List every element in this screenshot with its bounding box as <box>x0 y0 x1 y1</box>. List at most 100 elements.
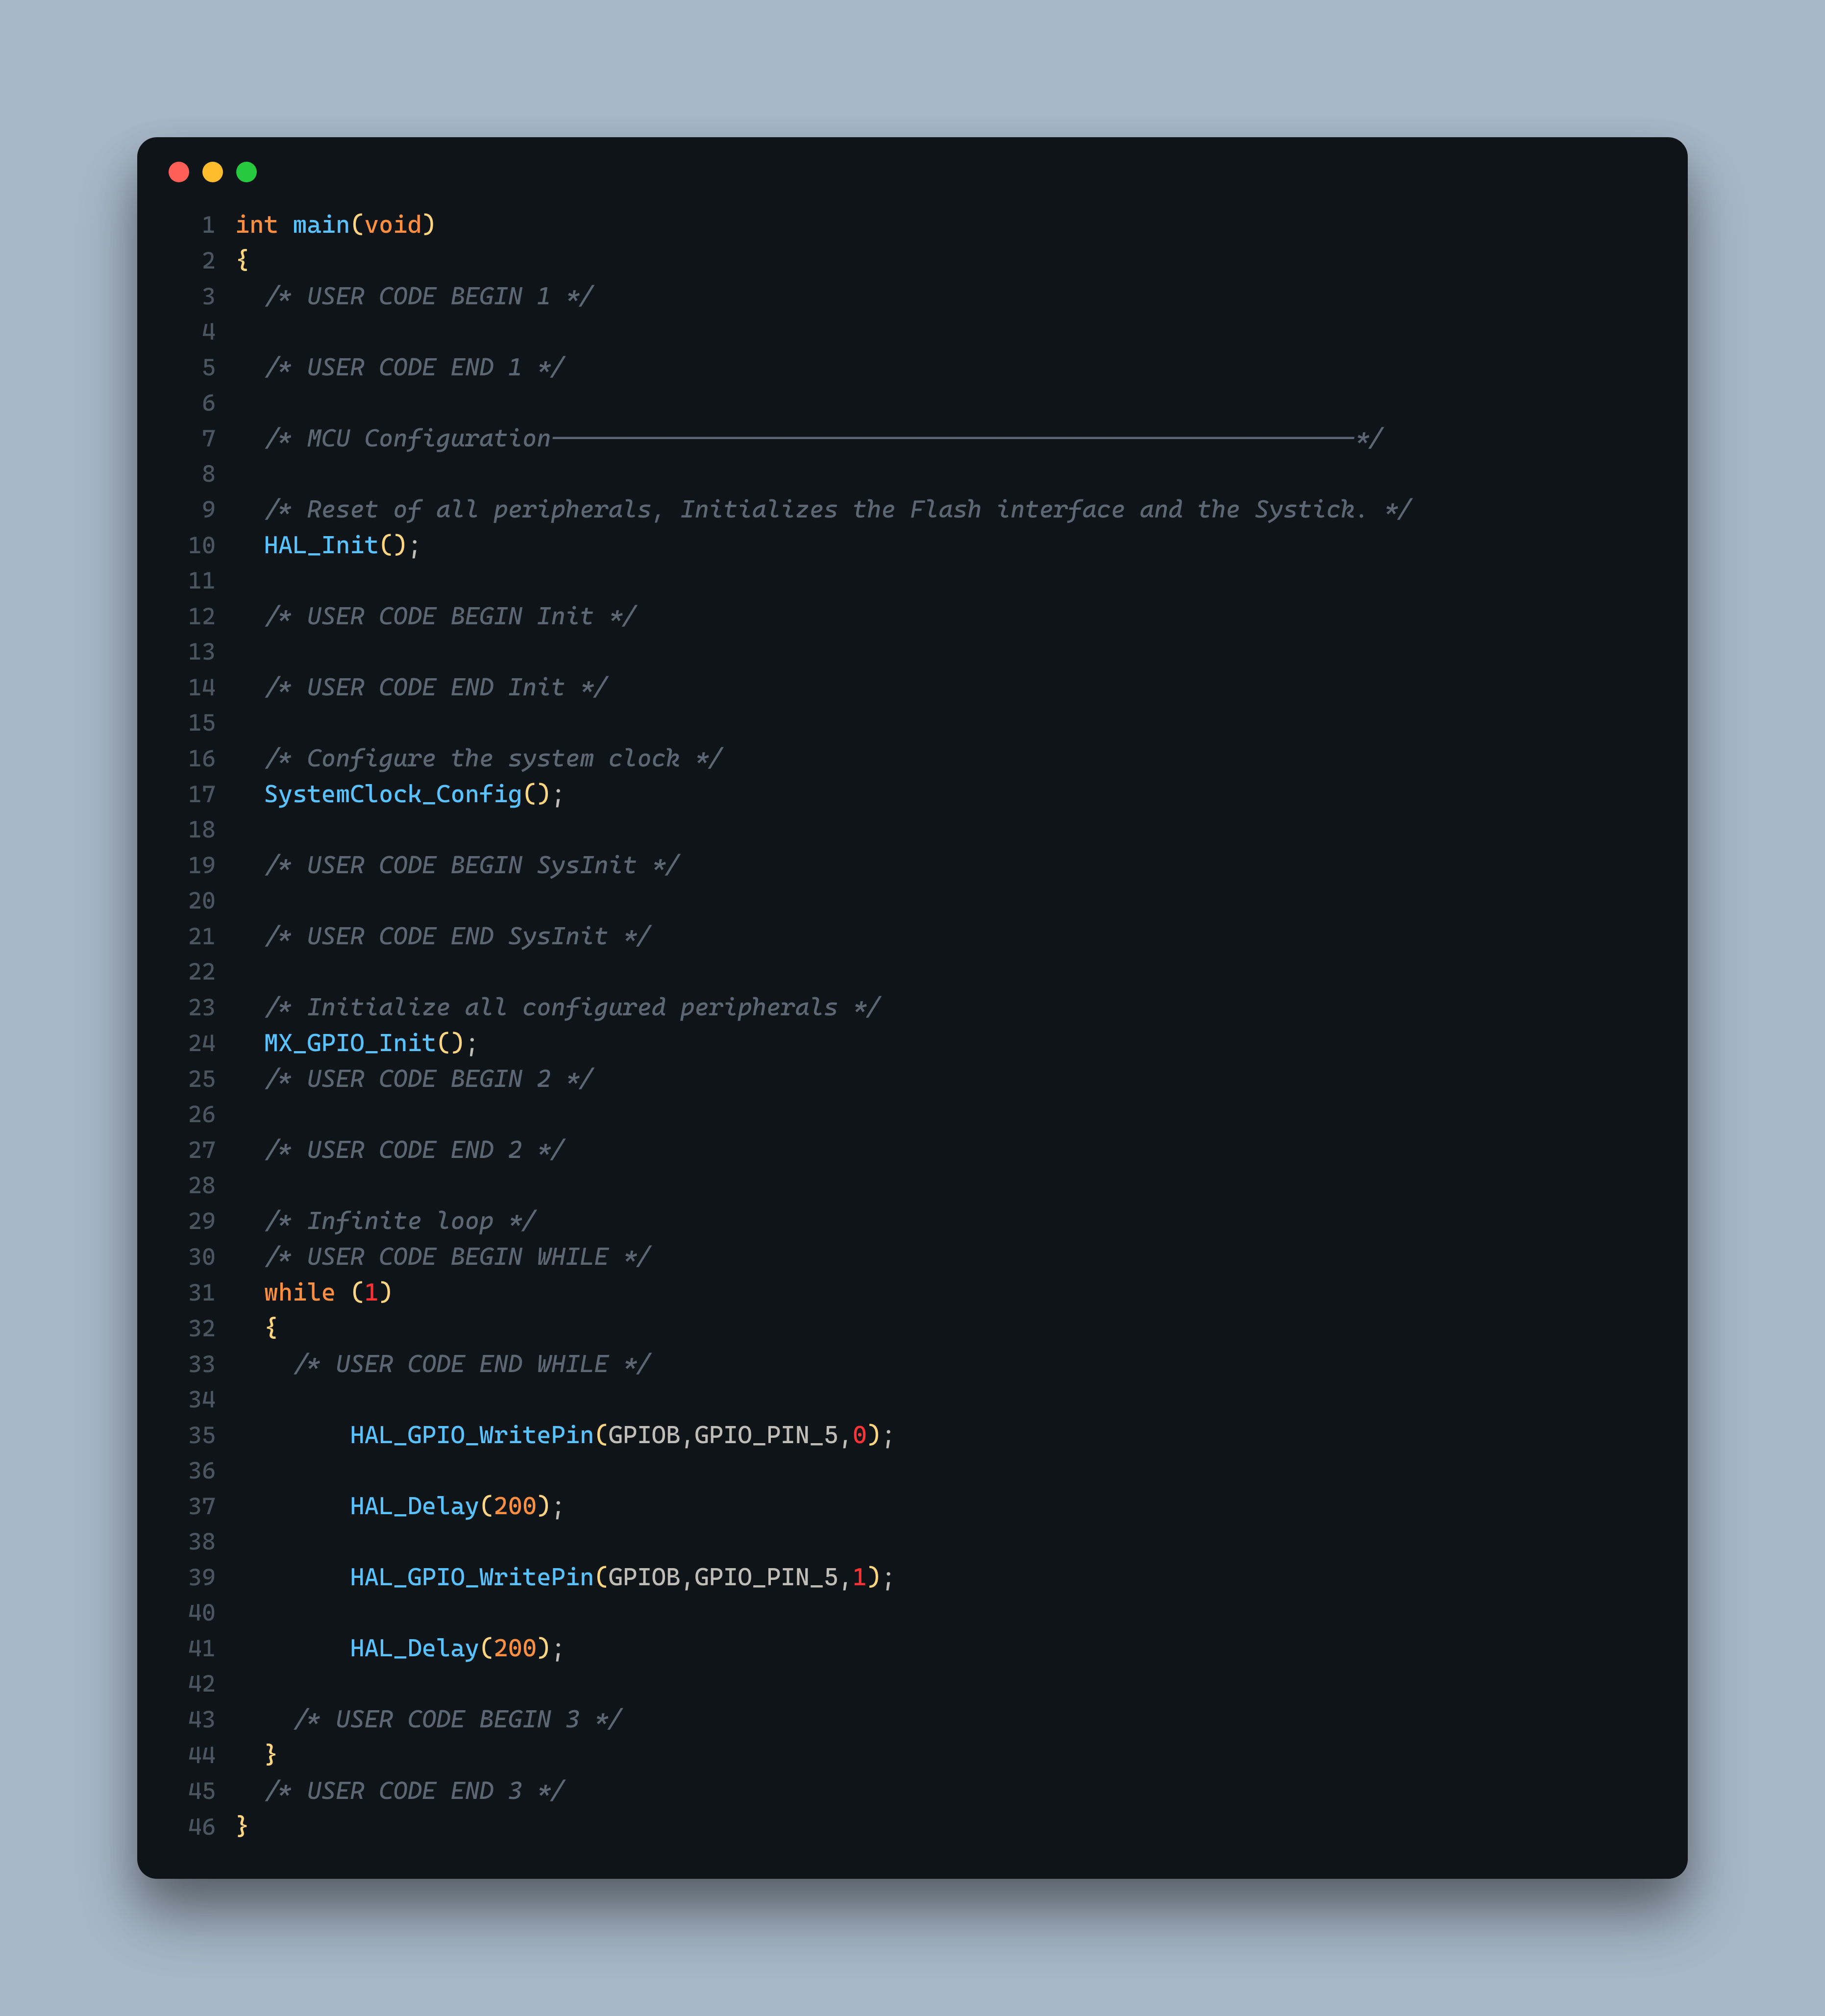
code-line[interactable]: 15 <box>137 705 1688 740</box>
code-line[interactable]: 2{ <box>137 243 1688 278</box>
code-line[interactable]: 10 HAL_Init(); <box>137 527 1688 563</box>
token-punct: , <box>680 1421 694 1449</box>
maximize-icon[interactable] <box>236 162 257 182</box>
code-line[interactable]: 4 <box>137 314 1688 349</box>
code-content[interactable]: HAL_GPIO_WritePin(GPIOB,GPIO_PIN_5,0); <box>235 1417 1688 1452</box>
code-content[interactable]: /* Configure the system clock */ <box>235 740 1688 776</box>
code-line[interactable]: 7 /* MCU Configuration------------------… <box>137 420 1688 456</box>
token-fn: HAL_GPIO_WritePin <box>350 1563 594 1591</box>
code-line[interactable]: 33 /* USER CODE END WHILE */ <box>137 1346 1688 1382</box>
code-line[interactable]: 23 /* Initialize all configured peripher… <box>137 989 1688 1025</box>
code-content[interactable]: } <box>235 1809 1688 1844</box>
code-line[interactable]: 26 <box>137 1097 1688 1132</box>
code-line[interactable]: 43 /* USER CODE BEGIN 3 */ <box>137 1701 1688 1737</box>
code-line[interactable]: 5 /* USER CODE END 1 */ <box>137 349 1688 385</box>
code-content[interactable]: HAL_Delay(200); <box>235 1630 1688 1666</box>
code-content[interactable]: /* USER CODE END WHILE */ <box>235 1346 1688 1381</box>
close-icon[interactable] <box>169 162 189 182</box>
code-line[interactable]: 39 HAL_GPIO_WritePin(GPIOB,GPIO_PIN_5,1)… <box>137 1559 1688 1595</box>
line-number: 9 <box>137 492 235 527</box>
line-number: 39 <box>137 1560 235 1595</box>
line-number: 17 <box>137 777 235 812</box>
code-line[interactable]: 19 /* USER CODE BEGIN SysInit */ <box>137 847 1688 883</box>
code-line[interactable]: 36 <box>137 1453 1688 1488</box>
token-paren: ( <box>479 1492 493 1520</box>
code-line[interactable]: 1int main(void) <box>137 207 1688 243</box>
code-line[interactable]: 30 /* USER CODE BEGIN WHILE */ <box>137 1239 1688 1275</box>
line-number: 32 <box>137 1311 235 1346</box>
code-line[interactable]: 8 <box>137 456 1688 492</box>
code-content[interactable]: HAL_GPIO_WritePin(GPIOB,GPIO_PIN_5,1); <box>235 1559 1688 1595</box>
token-comment: /* USER CODE BEGIN Init */ <box>264 602 638 630</box>
code-line[interactable]: 6 <box>137 385 1688 420</box>
code-content[interactable]: HAL_Delay(200); <box>235 1488 1688 1524</box>
code-content[interactable]: /* USER CODE END Init */ <box>235 669 1688 705</box>
code-content[interactable]: /* USER CODE BEGIN SysInit */ <box>235 847 1688 883</box>
code-line[interactable]: 20 <box>137 883 1688 918</box>
code-line[interactable]: 9 /* Reset of all peripherals, Initializ… <box>137 492 1688 527</box>
code-content[interactable]: { <box>235 1310 1688 1346</box>
line-number: 42 <box>137 1666 235 1701</box>
code-content[interactable]: SystemClock_Config(); <box>235 776 1688 811</box>
code-line[interactable]: 14 /* USER CODE END Init */ <box>137 669 1688 705</box>
code-line[interactable]: 42 <box>137 1666 1688 1701</box>
code-line[interactable]: 40 <box>137 1595 1688 1630</box>
code-content[interactable]: /* USER CODE BEGIN Init */ <box>235 598 1688 634</box>
code-line[interactable]: 3 /* USER CODE BEGIN 1 */ <box>137 278 1688 314</box>
code-line[interactable]: 22 <box>137 954 1688 989</box>
token-punct <box>278 210 293 239</box>
code-line[interactable]: 13 <box>137 634 1688 669</box>
code-content[interactable]: /* USER CODE END 3 */ <box>235 1773 1688 1808</box>
code-content[interactable]: HAL_Init(); <box>235 527 1688 563</box>
token-punct: ; <box>465 1029 479 1057</box>
minimize-icon[interactable] <box>202 162 223 182</box>
code-content[interactable]: /* Reset of all peripherals, Initializes… <box>235 492 1688 527</box>
code-line[interactable]: 41 HAL_Delay(200); <box>137 1630 1688 1666</box>
code-content[interactable]: { <box>235 243 1688 278</box>
code-line[interactable]: 25 /* USER CODE BEGIN 2 */ <box>137 1061 1688 1097</box>
code-line[interactable]: 35 HAL_GPIO_WritePin(GPIOB,GPIO_PIN_5,0)… <box>137 1417 1688 1453</box>
token-punct <box>235 1776 264 1805</box>
line-number: 16 <box>137 741 235 776</box>
code-line[interactable]: 24 MX_GPIO_Init(); <box>137 1025 1688 1061</box>
code-line[interactable]: 18 <box>137 812 1688 847</box>
code-editor[interactable]: 1int main(void)2{3 /* USER CODE BEGIN 1 … <box>137 197 1688 1879</box>
code-line[interactable]: 32 { <box>137 1310 1688 1346</box>
code-content[interactable]: /* MCU Configuration--------------------… <box>235 420 1688 456</box>
line-number: 24 <box>137 1026 235 1061</box>
code-line[interactable]: 44 } <box>137 1737 1688 1773</box>
code-line[interactable]: 34 <box>137 1382 1688 1417</box>
code-line[interactable]: 29 /* Infinite loop */ <box>137 1203 1688 1239</box>
token-comment: /* USER CODE END WHILE */ <box>293 1350 651 1378</box>
code-line[interactable]: 12 /* USER CODE BEGIN Init */ <box>137 598 1688 634</box>
code-content[interactable]: int main(void) <box>235 207 1688 242</box>
code-line[interactable]: 16 /* Configure the system clock */ <box>137 740 1688 776</box>
code-line[interactable]: 28 <box>137 1168 1688 1203</box>
code-content[interactable]: /* USER CODE END 1 */ <box>235 349 1688 385</box>
line-number: 41 <box>137 1631 235 1666</box>
code-line[interactable]: 11 <box>137 563 1688 598</box>
code-line[interactable]: 21 /* USER CODE END SysInit */ <box>137 918 1688 954</box>
code-content[interactable]: } <box>235 1737 1688 1772</box>
code-content[interactable]: /* USER CODE END SysInit */ <box>235 918 1688 954</box>
code-line[interactable]: 31 while (1) <box>137 1275 1688 1310</box>
token-fn: HAL_Init <box>264 531 379 559</box>
code-line[interactable]: 38 <box>137 1524 1688 1559</box>
code-line[interactable]: 27 /* USER CODE END 2 */ <box>137 1132 1688 1168</box>
code-content[interactable]: while (1) <box>235 1275 1688 1310</box>
token-paren: ) <box>537 1634 551 1662</box>
code-line[interactable]: 45 /* USER CODE END 3 */ <box>137 1773 1688 1809</box>
code-line[interactable]: 37 HAL_Delay(200); <box>137 1488 1688 1524</box>
code-line[interactable]: 17 SystemClock_Config(); <box>137 776 1688 812</box>
code-content[interactable]: /* Initialize all configured peripherals… <box>235 989 1688 1025</box>
code-content[interactable]: /* Infinite loop */ <box>235 1203 1688 1238</box>
code-content[interactable]: /* USER CODE BEGIN 3 */ <box>235 1701 1688 1737</box>
code-content[interactable]: /* USER CODE BEGIN 1 */ <box>235 278 1688 314</box>
code-content[interactable]: /* USER CODE BEGIN 2 */ <box>235 1061 1688 1096</box>
code-content[interactable]: /* USER CODE BEGIN WHILE */ <box>235 1239 1688 1274</box>
line-number: 6 <box>137 385 235 420</box>
token-zero: 0 <box>853 1421 867 1449</box>
code-line[interactable]: 46} <box>137 1809 1688 1844</box>
code-content[interactable]: /* USER CODE END 2 */ <box>235 1132 1688 1167</box>
code-content[interactable]: MX_GPIO_Init(); <box>235 1025 1688 1060</box>
